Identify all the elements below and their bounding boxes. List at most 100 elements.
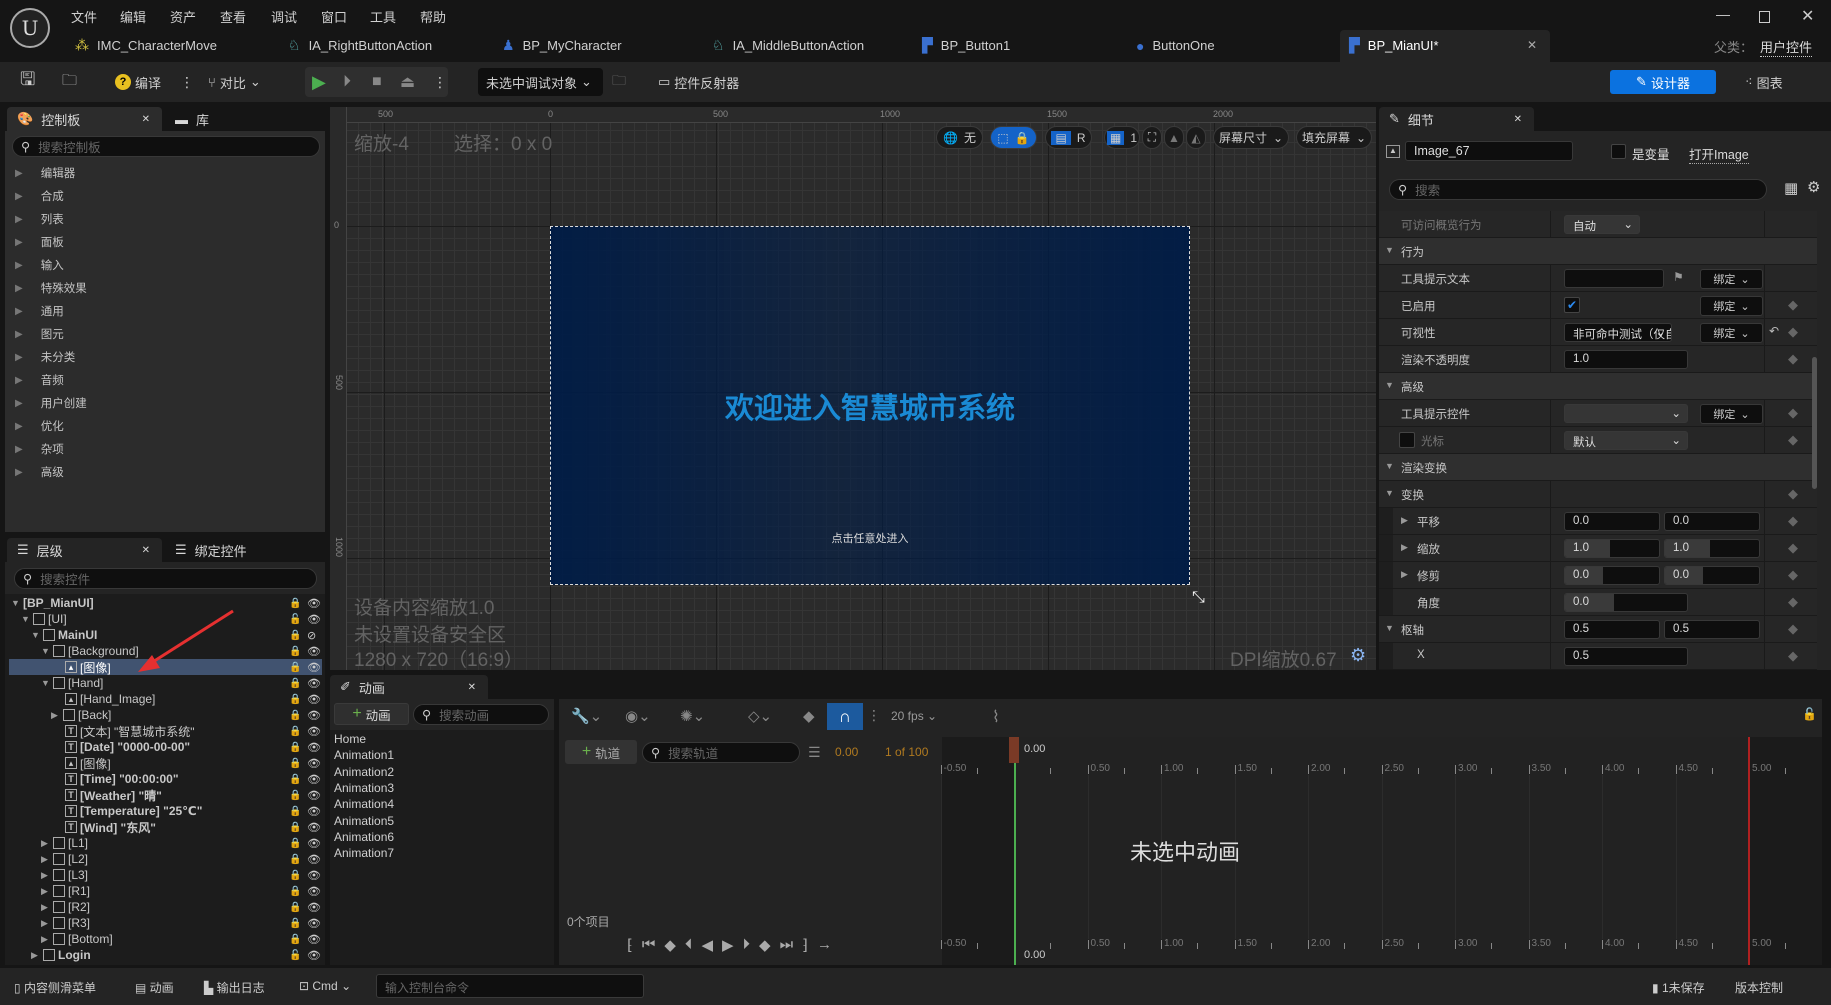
grid-snap-toggle[interactable]: ▦ 1 — [1104, 126, 1140, 149]
tab-bp-mianui[interactable]: ▛ BP_MianUI* — [1349, 30, 1439, 61]
bind-dropdown[interactable]: 绑定 ⌄ — [1700, 269, 1763, 289]
close-icon[interactable]: ✕ — [1514, 114, 1522, 125]
add-track-button[interactable]: + 轨道 — [565, 740, 637, 764]
eye-icon[interactable]: 👁 — [307, 597, 321, 610]
play-icon[interactable]: ▶ — [312, 70, 326, 94]
add-keyframe-icon[interactable]: ◆ — [1788, 432, 1798, 448]
unlock-icon[interactable]: 🔓 — [289, 950, 301, 961]
playhead-handle[interactable] — [1009, 737, 1019, 763]
collapse-arrow-icon[interactable]: ▼ — [1385, 245, 1394, 255]
hierarchy-row[interactable]: ▼ MainUI 🔒 ⊘ — [9, 627, 322, 643]
expand-arrow-icon[interactable]: ▼ — [31, 630, 43, 640]
animation-list-item[interactable]: Animation1 — [334, 748, 394, 762]
browse-debug-icon[interactable]: 🗀 — [612, 70, 626, 94]
property-input[interactable]: 0.0 — [1564, 593, 1688, 612]
palette-search-input[interactable]: ⚲ 搜索控制板 — [12, 136, 320, 157]
property-input[interactable]: 0.0 — [1664, 566, 1760, 585]
section-header[interactable]: 行为 — [1401, 244, 1424, 260]
eye-icon[interactable]: 👁 — [307, 709, 321, 722]
eye-icon[interactable]: 👁 — [307, 789, 321, 802]
property-dropdown[interactable]: 非可命中测试（仅自身）⌄ — [1564, 323, 1672, 342]
add-keyframe-icon[interactable]: ◆ — [1788, 567, 1798, 583]
outline-lock-toggle[interactable]: ⬚ 🔒 — [990, 126, 1037, 149]
hierarchy-row[interactable]: ▶ [Bottom] 🔒 👁 — [9, 931, 322, 947]
track-search-input[interactable]: ⚲ 搜索轨道 — [642, 742, 800, 763]
maximize-button[interactable] — [1759, 11, 1770, 23]
expand-arrow-icon[interactable]: ▶ — [41, 918, 53, 929]
tab-bp-mycharacter[interactable]: ♟ BP_MyCharacter — [502, 30, 622, 61]
lock-icon[interactable]: 🔒 — [289, 774, 301, 785]
animation-list-item[interactable]: Animation4 — [334, 797, 394, 811]
lock-icon[interactable]: 🔒 — [289, 646, 301, 657]
expand-arrow-icon[interactable]: ▼ — [41, 678, 53, 688]
hierarchy-row[interactable]: ▶ [R2] 🔒 👁 — [9, 899, 322, 915]
hierarchy-row[interactable]: ▶ [L3] 🔒 👁 — [9, 867, 322, 883]
hierarchy-row[interactable]: ▶ [R3] 🔒 👁 — [9, 915, 322, 931]
lock-icon[interactable]: 🔒 — [289, 854, 301, 865]
animation-list-item[interactable]: Animation7 — [334, 846, 394, 860]
go-to-start-icon[interactable]: ⁅ — [627, 936, 633, 954]
collapse-arrow-icon[interactable]: ▼ — [1385, 380, 1394, 390]
property-dropdown[interactable]: 默认 ⌄ — [1564, 431, 1688, 450]
play-forward-icon[interactable]: ▶ — [722, 936, 734, 954]
eye-icon[interactable]: 👁 — [307, 949, 321, 962]
timeline[interactable]: ⌇ 🔓 -0.50 -0.50 0.50 0.50 1.00 1.00 1.50 1.50 2.… — [940, 699, 1822, 965]
lock-icon[interactable]: 🔒 — [289, 918, 301, 929]
hierarchy-row[interactable]: T [Time] "00:00:00" 🔒 👁 — [9, 771, 322, 787]
source-control-button[interactable]: 版本控制 — [1735, 979, 1783, 996]
lock-icon[interactable]: 🔒 — [289, 742, 301, 753]
add-keyframe-icon[interactable]: ◆ — [1788, 540, 1798, 556]
lock-icon[interactable]: 🔒 — [289, 886, 301, 897]
playback-settings-icon[interactable]: ✺⌄ — [680, 707, 705, 725]
details-scrollbar[interactable] — [1812, 357, 1817, 489]
tab-library[interactable]: ▬ 库 — [165, 107, 209, 131]
lock-icon[interactable]: 🔒 — [289, 838, 301, 849]
animation-list-item[interactable]: Home — [334, 732, 366, 746]
eye-icon[interactable]: 👁 — [307, 917, 321, 930]
mirror-icon[interactable]: ◭ — [1186, 126, 1206, 149]
lock-icon[interactable]: 🔒 — [289, 790, 301, 801]
animation-list-item[interactable]: Animation5 — [334, 814, 394, 828]
tab-imc-charactermove[interactable]: ⁂ IMC_CharacterMove — [75, 30, 217, 61]
lock-icon[interactable]: 🔒 — [289, 934, 301, 945]
eye-icon[interactable]: 👁 — [307, 821, 321, 834]
collapse-arrow-icon[interactable]: ▼ — [1385, 488, 1394, 498]
palette-category[interactable]: ▶ 音频 — [15, 369, 64, 391]
view-icon[interactable]: ◉⌄ — [625, 707, 651, 725]
resize-handle-icon[interactable]: ⤡ — [1192, 589, 1205, 607]
hierarchy-search-input[interactable]: ⚲ 搜索控件 — [14, 568, 317, 589]
step-icon[interactable]: ⏵ — [343, 70, 351, 94]
output-log-button[interactable]: ▙ 输出日志 — [204, 979, 265, 996]
expand-arrow-icon[interactable]: ▶ — [1401, 515, 1408, 526]
localization-flag-icon[interactable]: ⚑ — [1673, 270, 1684, 284]
lock-icon[interactable]: 🔒 — [289, 870, 301, 881]
is-variable-checkbox[interactable] — [1611, 144, 1626, 159]
step-back-icon[interactable]: ⏴ — [685, 936, 693, 954]
close-window-button[interactable]: ✕ — [1801, 6, 1814, 26]
widget-name-input[interactable]: Image_67 — [1405, 141, 1573, 161]
console-input[interactable]: 输入控制台命令 — [376, 974, 644, 998]
eye-icon[interactable]: 👁 — [307, 677, 321, 690]
add-keyframe-icon[interactable]: ◆ — [1788, 513, 1798, 529]
bind-dropdown[interactable]: 绑定 ⌄ — [1700, 323, 1763, 343]
hierarchy-row[interactable]: T [Date] "0000-00-00" 🔒 👁 — [9, 739, 322, 755]
lock-icon[interactable]: 🔒 — [289, 710, 301, 721]
unsaved-button[interactable]: ▮ 1未保存 — [1652, 979, 1705, 996]
section-header[interactable]: 枢轴 — [1401, 622, 1424, 638]
expand-arrow-icon[interactable]: ▶ — [41, 854, 53, 865]
expand-arrow-icon[interactable]: ▼ — [41, 646, 53, 656]
palette-category[interactable]: ▶ 用户创建 — [15, 392, 87, 414]
localization-button[interactable]: 🌐 无 — [936, 126, 983, 149]
palette-category[interactable]: ▶ 输入 — [15, 254, 64, 276]
hierarchy-row[interactable]: ▼ [Hand] 🔒 👁 — [9, 675, 322, 691]
add-keyframe-icon[interactable]: ◆ — [1788, 297, 1798, 313]
override-checkbox[interactable] — [1399, 432, 1415, 448]
property-dropdown[interactable]: ⌄ — [1564, 404, 1688, 423]
lock-icon[interactable]: 🔒 — [289, 758, 301, 769]
property-input[interactable]: 0.5 — [1664, 620, 1760, 639]
expand-arrow-icon[interactable]: ▶ — [41, 934, 53, 945]
add-keyframe-icon[interactable]: ◆ — [1788, 405, 1798, 421]
close-icon[interactable]: ✕ — [142, 545, 150, 556]
hierarchy-row[interactable]: T [文本] "智慧城市系统" 🔒 👁 — [9, 723, 322, 739]
add-keyframe-icon[interactable]: ◆ — [1788, 621, 1798, 637]
